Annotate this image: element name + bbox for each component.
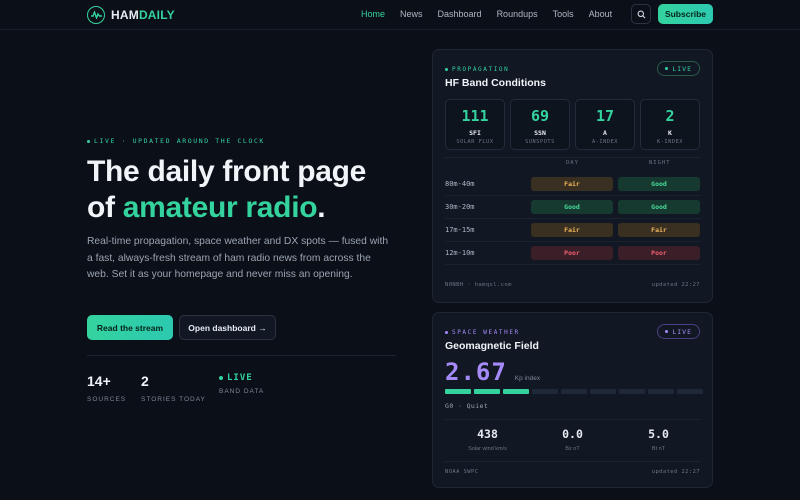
band-row: 80m-40m Fair Good <box>445 174 701 196</box>
search-button[interactable] <box>631 4 651 24</box>
kp-segment <box>503 389 529 394</box>
search-icon <box>637 10 645 18</box>
kp-segment <box>561 389 587 394</box>
space-weather-eyebrow: SPACE WEATHER <box>445 329 520 336</box>
metric-k-index: 2 K K-INDEX <box>640 99 700 150</box>
hero-title: The daily front page of amateur radio. <box>87 155 367 224</box>
kp-segment <box>590 389 616 394</box>
bz-reading: 0.0 Bz nT <box>562 427 583 452</box>
col-day-header: DAY <box>566 160 579 166</box>
nav-news[interactable]: News <box>400 9 423 19</box>
propagation-updated: updated 22:27 <box>651 282 700 288</box>
condition-badge: Poor <box>618 246 700 260</box>
band-row: 30m-20m Good Good <box>445 197 701 219</box>
condition-badge: Fair <box>531 223 613 237</box>
kp-segment <box>445 389 471 394</box>
kp-segment <box>677 389 703 394</box>
kp-readout: 2.67 Kp index <box>445 358 540 386</box>
live-dot-icon <box>87 139 90 143</box>
condition-badge: Fair <box>618 223 700 237</box>
divider <box>445 461 701 462</box>
read-stream-button[interactable]: Read the stream <box>87 315 173 340</box>
stat-stories: 2 STORIES TODAY <box>141 373 206 403</box>
metric-ssn: 69 SSN SUNSPOTS <box>510 99 570 150</box>
live-dot-icon <box>445 68 448 71</box>
kp-segment <box>532 389 558 394</box>
logo-text: HAMDAILY <box>111 8 175 22</box>
nav-roundups[interactable]: Roundups <box>497 9 538 19</box>
live-badge: LIVE <box>657 324 700 339</box>
wave-icon <box>87 6 105 24</box>
nav-links: Home News Dashboard Roundups Tools About <box>361 9 627 19</box>
divider <box>445 157 701 158</box>
propagation-title: HF Band Conditions <box>445 77 546 89</box>
hero-divider <box>87 355 396 356</box>
hero-eyebrow: LIVE · UPDATED AROUND THE CLOCK <box>87 137 265 145</box>
space-weather-title: Geomagnetic Field <box>445 340 539 352</box>
propagation-source: N0NBH · hamqsl.com <box>445 282 512 288</box>
col-night-header: NIGHT <box>649 160 671 166</box>
nav-about[interactable]: About <box>589 9 613 19</box>
kp-label: Kp index <box>514 375 541 382</box>
kp-state: G0 · Quiet <box>445 402 489 410</box>
space-weather-panel: SPACE WEATHER Geomagnetic Field LIVE 2.6… <box>432 312 713 488</box>
top-nav: HAMDAILY Home News Dashboard Roundups To… <box>0 0 800 30</box>
band-row: 12m-10m Poor Poor <box>445 243 701 265</box>
hero-lede: Real-time propagation, space weather and… <box>87 236 389 280</box>
divider <box>445 419 701 420</box>
nav-home[interactable]: Home <box>361 9 385 19</box>
nav-dashboard[interactable]: Dashboard <box>438 9 482 19</box>
condition-badge: Good <box>531 200 613 214</box>
stat-band-data: LIVE BAND DATA <box>219 373 265 395</box>
live-dot-icon <box>219 376 223 380</box>
live-dot-icon <box>665 67 669 70</box>
bt-reading: 5.0 Bt nT <box>648 427 669 452</box>
propagation-eyebrow: PROPAGATION <box>445 66 509 73</box>
metric-sfi: 111 SFI SOLAR FLUX <box>445 99 505 150</box>
kp-meter <box>445 389 703 394</box>
condition-badge: Poor <box>531 246 613 260</box>
site-logo[interactable]: HAMDAILY <box>87 6 175 24</box>
stat-sources: 14+ SOURCES <box>87 373 127 403</box>
live-dot-icon <box>665 330 669 333</box>
space-weather-updated: updated 22:27 <box>651 469 700 475</box>
solar-metrics: 111 SFI SOLAR FLUX 69 SSN SUNSPOTS 17 A … <box>445 99 700 150</box>
live-badge: LIVE <box>657 61 700 76</box>
nav-tools[interactable]: Tools <box>553 9 574 19</box>
kp-segment <box>474 389 500 394</box>
subscribe-button[interactable]: Subscribe <box>658 4 713 24</box>
kp-segment <box>648 389 674 394</box>
metric-a-index: 17 A A-INDEX <box>575 99 635 150</box>
condition-badge: Good <box>618 200 700 214</box>
space-weather-source: NOAA SWPC <box>445 469 479 475</box>
condition-badge: Fair <box>531 177 613 191</box>
kp-value: 2.67 <box>445 358 507 386</box>
live-dot-icon <box>445 331 448 334</box>
solar-wind-speed: 438 Solar wind km/s <box>468 427 507 452</box>
band-row: 17m-15m Fair Fair <box>445 220 701 242</box>
condition-badge: Good <box>618 177 700 191</box>
open-dashboard-button[interactable]: Open dashboard → <box>179 315 276 340</box>
kp-segment <box>619 389 645 394</box>
propagation-panel: PROPAGATION HF Band Conditions LIVE 111 … <box>432 49 713 303</box>
